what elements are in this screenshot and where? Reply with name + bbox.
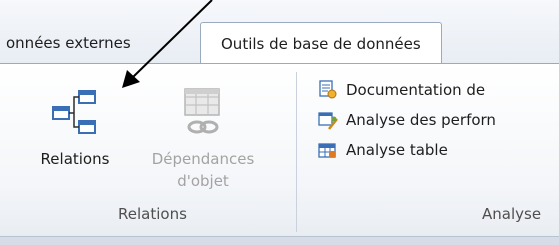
relations-button-label: Relations [40,150,110,168]
tab-database-tools[interactable]: Outils de base de données [200,22,442,65]
ribbon-panel: Relations Dépendances d'objet Relations … [0,63,559,236]
documenter-label: Documentation de [346,81,486,99]
group-separator [296,72,297,232]
object-dependencies-label-line2: d'objet [177,172,229,190]
relations-button[interactable]: Relations [38,78,112,170]
object-dependencies-icon [144,78,262,148]
table-analyzer-label: Analyse table [346,141,448,159]
ribbon-tab-strip: onnées externes Outils de base de donnée… [0,0,559,65]
documenter-icon [319,80,337,99]
performance-analyzer-label: Analyse des perforn [346,111,496,129]
performance-analyzer-icon [318,112,338,130]
documenter-button[interactable]: Documentation de [318,76,485,104]
relationships-icon [38,78,112,148]
analyse-group-label: Analyse [482,205,542,223]
tab-external-data[interactable]: onnées externes [6,22,131,64]
object-dependencies-button[interactable]: Dépendances d'objet [144,78,262,192]
object-dependencies-label-line1: Dépendances [151,150,255,168]
table-analyzer-button[interactable]: Analyse table [318,136,448,164]
performance-analyzer-button[interactable]: Analyse des perforn [318,106,496,134]
table-analyzer-icon [318,143,336,158]
relations-group-label: Relations [118,205,187,223]
